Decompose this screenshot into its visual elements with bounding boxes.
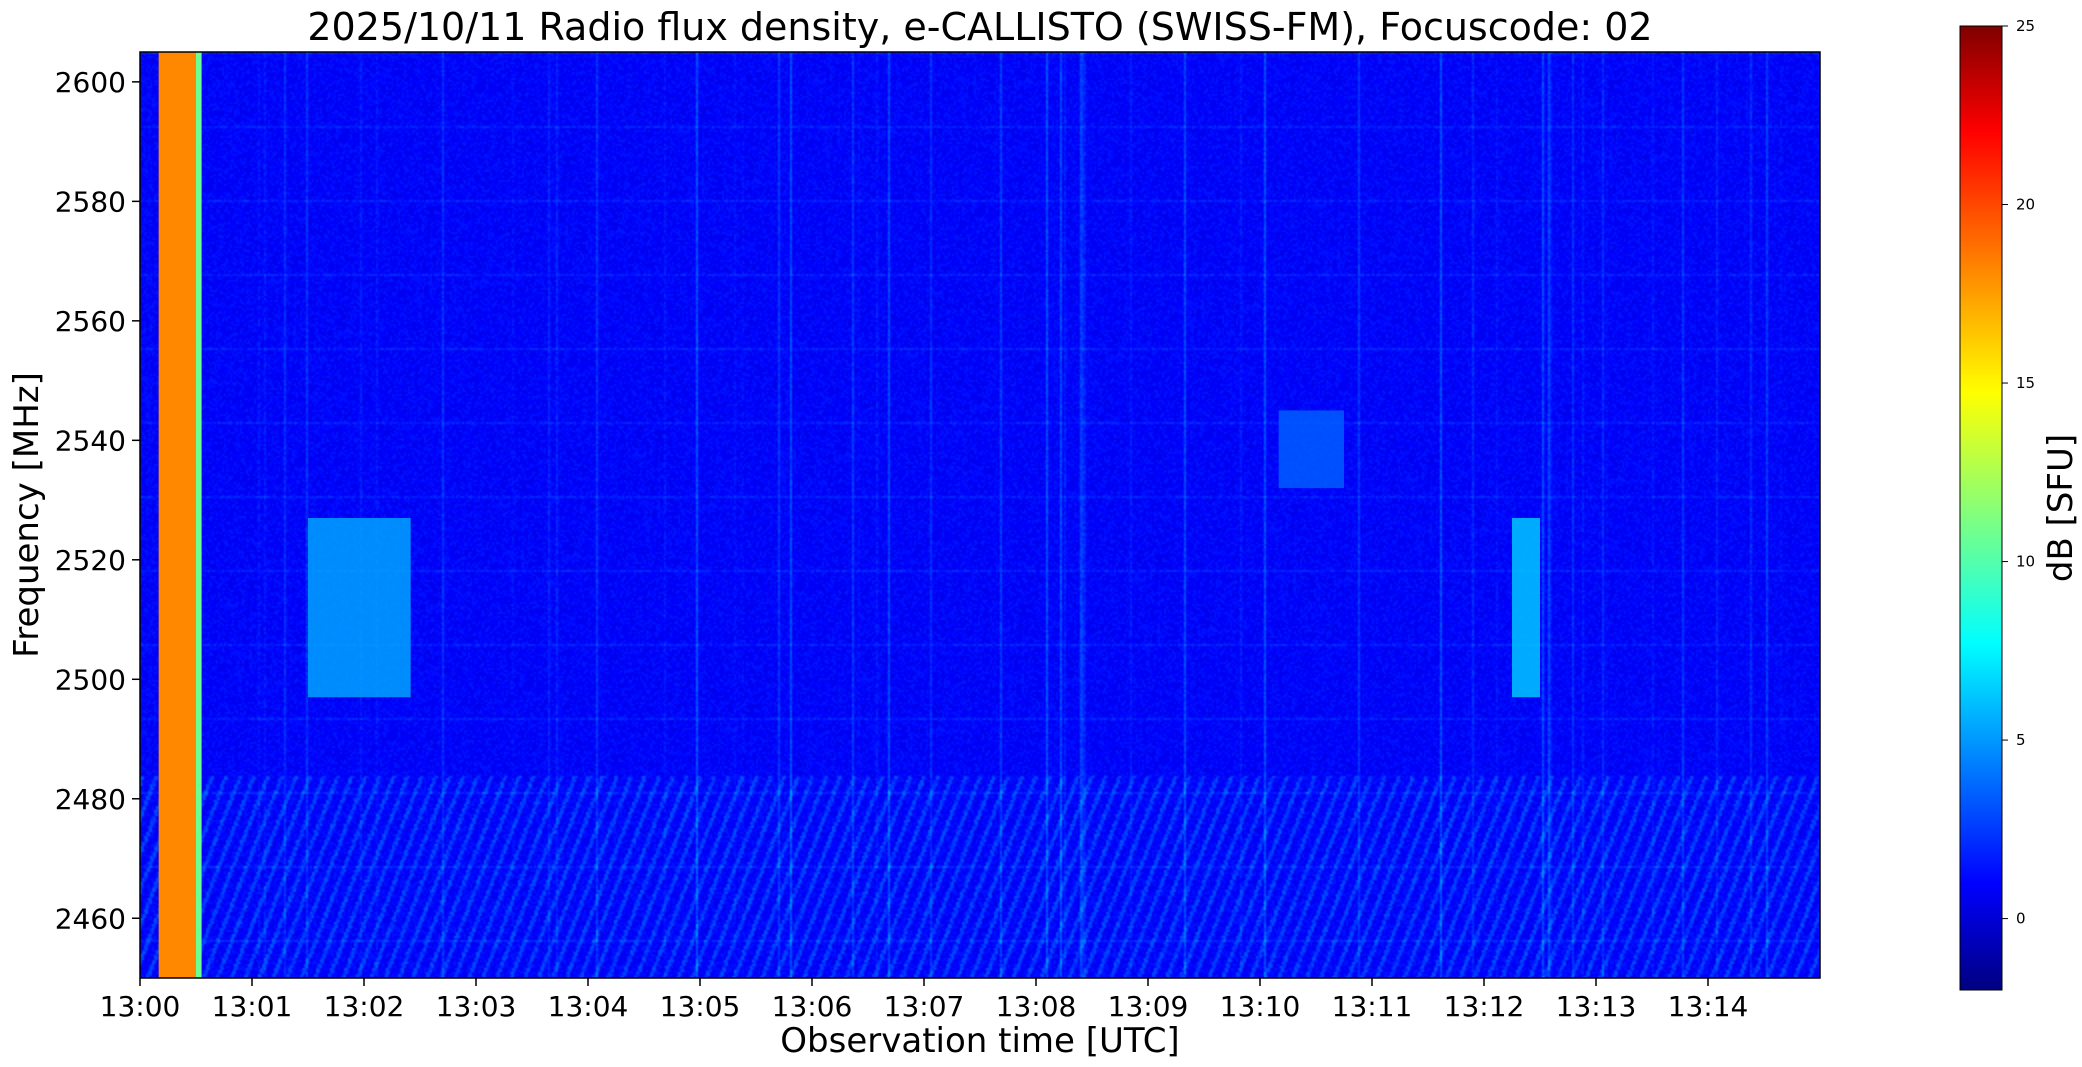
x-tick-label: 13:04	[548, 990, 629, 1023]
y-tick-label: 2540	[55, 424, 126, 457]
x-tick-label: 13:08	[996, 990, 1077, 1023]
feature-burst-2	[308, 517, 411, 698]
x-tick-label: 13:06	[772, 990, 853, 1023]
feature-calibration-1	[196, 52, 202, 978]
colorbar-tick-label: 20	[2016, 196, 2035, 214]
colorbar-gradient	[1959, 25, 2003, 991]
x-tick-label: 13:09	[1108, 990, 1189, 1023]
colorbar-tick-label: 10	[2016, 553, 2035, 571]
y-tick-label: 2520	[55, 544, 126, 577]
x-tick-label: 13:00	[100, 990, 181, 1023]
colorbar-label: dB [SFU]	[2041, 434, 2081, 582]
y-tick-label: 2580	[55, 185, 126, 218]
colorbar-tick-label: 15	[2016, 374, 2035, 392]
plot-area	[139, 51, 1821, 979]
x-tick-label: 13:03	[436, 990, 517, 1023]
x-tick-label: 13:11	[1332, 990, 1413, 1023]
y-tick-label: 2460	[55, 902, 126, 935]
x-tick-label: 13:05	[660, 990, 741, 1023]
y-tick-label: 2480	[55, 783, 126, 816]
x-tick-label: 13:13	[1556, 990, 1637, 1023]
y-tick-label: 2500	[55, 663, 126, 696]
x-tick-label: 13:14	[1668, 990, 1749, 1023]
colorbar-tick-label: 0	[2016, 910, 2026, 928]
colorbar-tick-label: 25	[2016, 17, 2035, 35]
spectrogram-chart: 2025/10/11 Radio flux density, e-CALLIST…	[7, 5, 2081, 1061]
x-tick-label: 13:01	[212, 990, 293, 1023]
spectrogram-image	[140, 52, 1820, 978]
y-axis-label: Frequency [MHz]	[7, 372, 47, 658]
y-tick-label: 2560	[55, 305, 126, 338]
x-axis: 13:00 13:01 13:02 13:03 13:04 13:05 13:06 13:07…	[100, 978, 1749, 1023]
x-axis-label: Observation time [UTC]	[780, 1021, 1179, 1061]
x-tick-label: 13:07	[884, 990, 965, 1023]
y-axis: 2460 2480 2500 2520 2540 2560 2580 2600	[55, 66, 140, 935]
feature-burst-3	[1512, 517, 1540, 698]
x-tick-label: 13:12	[1444, 990, 1525, 1023]
feature-calibration-0	[158, 52, 196, 978]
colorbar: 0 5 10 15 20 25 dB [SFU]	[1959, 17, 2081, 991]
chart-title: 2025/10/11 Radio flux density, e-CALLIST…	[307, 5, 1652, 49]
x-tick-label: 13:02	[324, 990, 405, 1023]
colorbar-tick-label: 5	[2016, 731, 2026, 749]
colorbar-ticks: 0 5 10 15 20 25	[2002, 17, 2035, 928]
y-tick-label: 2600	[55, 66, 126, 99]
feature-emission-4	[1278, 410, 1344, 489]
x-tick-label: 13:10	[1220, 990, 1301, 1023]
